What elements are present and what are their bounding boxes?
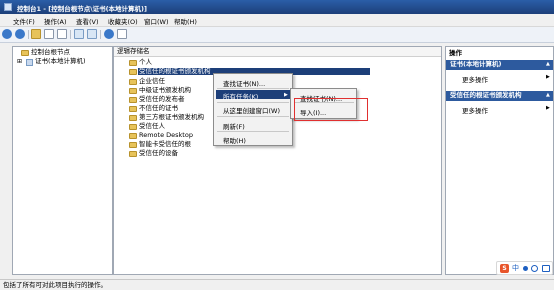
list-item[interactable]: 第三方根证书颁发机构 bbox=[139, 114, 204, 121]
toolbar bbox=[0, 27, 554, 43]
list-item[interactable]: 不信任的证书 bbox=[139, 105, 178, 112]
status-bar: 包括了所有可对此项目执行的操作。 bbox=[0, 279, 554, 290]
menu-view[interactable]: 查看(V) bbox=[76, 16, 99, 26]
folder-icon bbox=[129, 151, 137, 157]
context-menu: 查找证书(N)... 所有任务(K) ▶ 从这里创建窗口(W) 刷新(F) 帮助… bbox=[213, 73, 293, 146]
toolbar-separator bbox=[70, 30, 71, 39]
show-hide-tree-icon[interactable] bbox=[44, 29, 54, 39]
actions-section-header[interactable]: 证书(本地计算机) ▲ bbox=[446, 60, 553, 70]
actions-section-header[interactable]: 受信任的根证书颁发机构 ▲ bbox=[446, 91, 553, 101]
certificates-snapin-icon bbox=[26, 59, 33, 66]
toolbar-separator bbox=[28, 30, 29, 39]
list-item[interactable]: 受信任人 bbox=[139, 123, 165, 130]
menu-separator bbox=[217, 116, 289, 117]
actions-section-title: 受信任的根证书颁发机构 bbox=[450, 91, 522, 99]
folder-icon bbox=[129, 97, 137, 103]
menu-bar: 文件(F) 操作(A) 查看(V) 收藏夹(O) 窗口(W) 帮助(H) bbox=[0, 14, 554, 27]
actions-title: 操作 bbox=[449, 49, 462, 57]
status-text: 包括了所有可对此项目执行的操作。 bbox=[3, 281, 107, 289]
actions-pane: 操作 证书(本地计算机) ▲ 更多操作 ▶ 受信任的根证书颁发机构 ▲ 更多操作… bbox=[445, 46, 554, 275]
punctuation-mode-icon[interactable] bbox=[523, 266, 528, 271]
forward-arrow-icon[interactable] bbox=[15, 29, 25, 39]
menu-separator bbox=[217, 102, 289, 103]
column-header-label: 逻辑存储名 bbox=[117, 47, 150, 55]
keyboard-icon[interactable] bbox=[542, 265, 550, 272]
more-actions-link[interactable]: 更多操作 bbox=[462, 105, 488, 115]
ime-language-label[interactable]: 中 bbox=[512, 265, 519, 272]
folder-icon bbox=[129, 79, 137, 85]
window-title: 控制台1 - [控制台根节点\证书(本地计算机)] bbox=[17, 5, 148, 13]
export-list-icon[interactable] bbox=[87, 29, 97, 39]
list-item[interactable]: 中级证书颁发机构 bbox=[139, 87, 191, 94]
context-menu-item-refresh[interactable]: 刷新(F) bbox=[223, 121, 245, 131]
context-menu-item-help[interactable]: 帮助(H) bbox=[223, 135, 246, 145]
submenu-arrow-icon: ▶ bbox=[546, 74, 550, 80]
tree-root[interactable]: 控制台根节点 bbox=[31, 49, 70, 56]
list-item[interactable]: 个人 bbox=[139, 59, 152, 66]
help-icon[interactable] bbox=[104, 29, 114, 39]
collapse-arrow-icon: ▲ bbox=[546, 92, 550, 98]
menu-action[interactable]: 操作(A) bbox=[44, 16, 67, 26]
submenu-arrow-icon: ▶ bbox=[284, 92, 288, 98]
ime-toolbar: S 中 bbox=[496, 261, 553, 275]
menu-help[interactable]: 帮助(H) bbox=[174, 16, 197, 26]
menu-file[interactable]: 文件(F) bbox=[13, 16, 35, 26]
list-item[interactable]: 受信任的发布者 bbox=[139, 96, 185, 103]
submenu-arrow-icon: ▶ bbox=[546, 105, 550, 111]
title-bar: 控制台1 - [控制台根节点\证书(本地计算机)] bbox=[0, 0, 554, 14]
folder-icon bbox=[129, 124, 137, 130]
fullwidth-mode-icon[interactable] bbox=[531, 265, 538, 272]
list-item[interactable]: 受信任的设备 bbox=[139, 150, 178, 157]
menu-favorites[interactable]: 收藏夹(O) bbox=[108, 16, 138, 26]
back-arrow-icon[interactable] bbox=[2, 29, 12, 39]
context-menu-item-all-tasks[interactable]: 所有任务(K) bbox=[223, 91, 258, 101]
action-pane-toggle-icon[interactable] bbox=[117, 29, 127, 39]
column-header[interactable]: 逻辑存储名 bbox=[114, 47, 441, 57]
refresh-icon[interactable] bbox=[74, 29, 84, 39]
folder-icon bbox=[129, 133, 137, 139]
more-actions-link[interactable]: 更多操作 bbox=[462, 74, 488, 84]
properties-icon[interactable] bbox=[57, 29, 67, 39]
menu-separator bbox=[217, 88, 289, 89]
up-folder-icon[interactable] bbox=[31, 29, 41, 39]
folder-icon bbox=[129, 88, 137, 94]
mmc-app-icon bbox=[4, 3, 12, 11]
tree-certificates-local[interactable]: 证书(本地计算机) bbox=[35, 58, 86, 65]
expand-plus-icon[interactable]: ⊞ bbox=[17, 58, 22, 65]
folder-icon bbox=[129, 115, 137, 121]
folder-icon bbox=[21, 50, 29, 56]
sogou-ime-icon[interactable]: S bbox=[500, 264, 509, 273]
context-menu-item-new-window[interactable]: 从这里创建窗口(W) bbox=[223, 105, 280, 115]
list-item[interactable]: Remote Desktop bbox=[139, 132, 193, 139]
collapse-arrow-icon: ▲ bbox=[546, 61, 550, 67]
list-item[interactable]: 智能卡受信任的根 bbox=[139, 141, 191, 148]
folder-icon bbox=[129, 106, 137, 112]
menu-separator bbox=[217, 131, 289, 132]
toolbar-separator bbox=[100, 30, 101, 39]
list-item[interactable]: 企业信任 bbox=[139, 78, 165, 85]
folder-icon bbox=[129, 142, 137, 148]
console-tree: 控制台根节点 ⊞ 证书(本地计算机) bbox=[12, 46, 113, 275]
menu-window[interactable]: 窗口(W) bbox=[144, 16, 169, 26]
context-menu-item-find-certificates[interactable]: 查找证书(N)... bbox=[223, 78, 265, 88]
folder-icon bbox=[129, 60, 137, 66]
highlight-box bbox=[294, 98, 368, 121]
folder-icon bbox=[129, 69, 137, 75]
actions-section-title: 证书(本地计算机) bbox=[450, 60, 502, 68]
